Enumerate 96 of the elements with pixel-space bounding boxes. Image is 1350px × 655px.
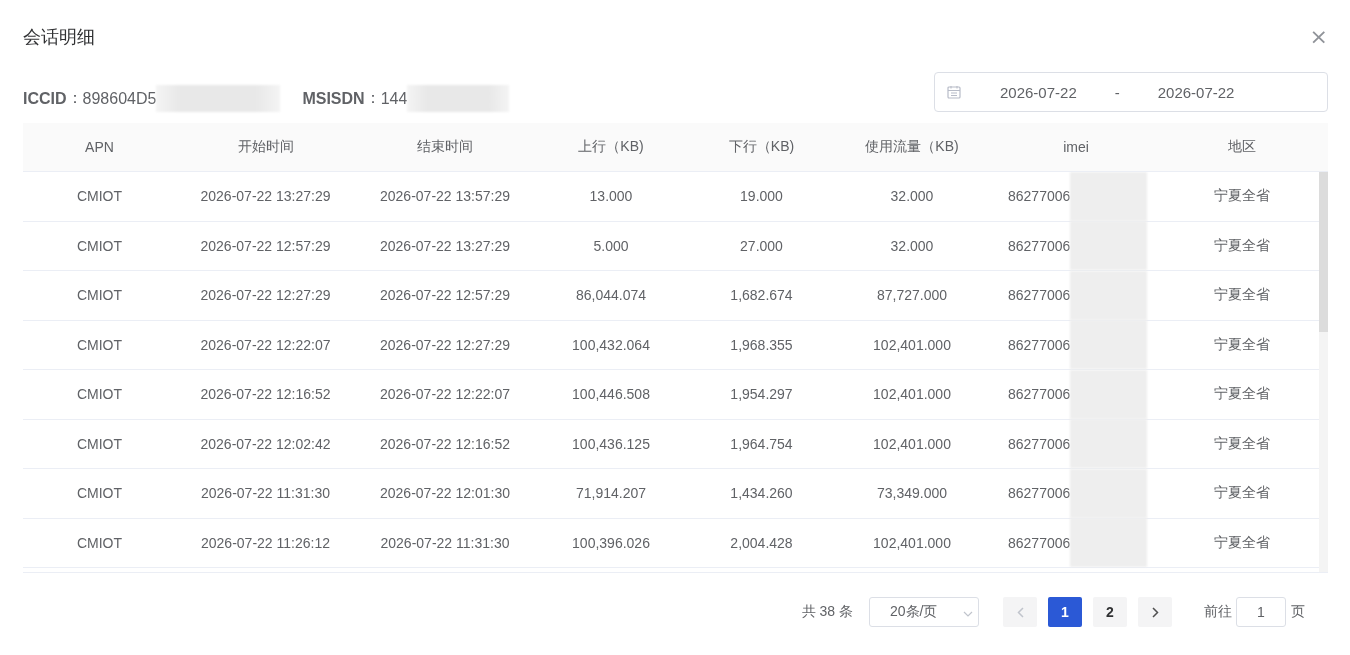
- table-cell: 27.000: [740, 237, 783, 254]
- column-header: 开始时间: [237, 138, 294, 156]
- table-cell: 32.000: [890, 237, 934, 254]
- table-cell: 宁夏全省: [1213, 484, 1270, 503]
- scrollbar-thumb[interactable]: [1319, 172, 1328, 332]
- page-number-input[interactable]: 1: [1236, 597, 1286, 627]
- table-cell: 87,727.000: [876, 287, 948, 304]
- column-header: imei: [1063, 139, 1089, 155]
- goto-label: 前往: [1204, 603, 1232, 621]
- table-cell: 1,682.674: [730, 287, 793, 304]
- table-cell: 宁夏全省: [1213, 286, 1270, 305]
- column-header: 使用流量（KB): [865, 138, 959, 156]
- chevron-left-icon: [1016, 606, 1024, 618]
- table-cell: CMIOT: [76, 188, 123, 205]
- table-cell: 1,964.754: [730, 435, 793, 452]
- table-cell: 2026-07-22 11:26:12: [201, 534, 330, 551]
- table-cell: 2026-07-22 11:31:30: [380, 534, 510, 551]
- total-count: 共 38 条: [801, 603, 853, 621]
- table-cell: 100,446.508: [572, 386, 650, 403]
- table-cell: CMIOT: [76, 534, 123, 551]
- table-cell: 86277006: [1008, 237, 1071, 254]
- table-cell: 1,954.297: [730, 386, 793, 403]
- table-cell: 86277006: [1008, 534, 1071, 551]
- colon-separator: ：: [364, 88, 381, 108]
- field-label: MSISDN: [302, 89, 365, 108]
- column-header: 地区: [1227, 138, 1256, 156]
- table-cell: 102,401.000: [873, 534, 951, 551]
- page-button[interactable]: 2: [1093, 597, 1127, 627]
- table-cell: 宁夏全省: [1213, 434, 1270, 453]
- page-suffix: 页: [1291, 603, 1305, 621]
- table-cell: 73,349.000: [876, 485, 948, 502]
- table-cell: 2026-07-22 12:16:52: [380, 435, 510, 452]
- table-cell: CMIOT: [76, 287, 123, 304]
- table-cell: 2026-07-22 12:27:29: [380, 336, 510, 353]
- table-cell: 86277006: [1008, 287, 1071, 304]
- table-cell: 宁夏全省: [1213, 236, 1270, 255]
- next-page-button[interactable]: [1138, 597, 1172, 627]
- start-date[interactable]: 2026-07-22: [1000, 83, 1077, 101]
- table-cell: 2026-07-22 12:57:29: [380, 287, 510, 304]
- table-cell: CMIOT: [76, 435, 123, 452]
- table-cell: 宁夏全省: [1213, 335, 1270, 354]
- dialog-title: 会话明细: [23, 26, 95, 49]
- range-separator: -: [1114, 83, 1120, 101]
- table-cell: 71,914.207: [575, 485, 647, 502]
- table-cell: 2026-07-22 11:31:30: [201, 485, 330, 502]
- column-header: 上行（KB): [578, 138, 644, 156]
- table-cell: 1,968.355: [730, 336, 793, 353]
- date-range-picker[interactable]: 2026-07-22 - 2026-07-22: [934, 72, 1328, 112]
- table-cell: 100,436.125: [572, 435, 650, 452]
- table-cell: 100,396.026: [572, 534, 650, 551]
- table-cell: 2026-07-22 12:02:42: [200, 435, 331, 452]
- table-cell: 86277006: [1008, 336, 1071, 353]
- table-cell: 86277006: [1008, 386, 1071, 403]
- table-cell: 5.000: [593, 237, 629, 254]
- field-label: ICCID: [23, 89, 67, 108]
- table-cell: 2026-07-22 12:57:29: [200, 237, 331, 254]
- page-size-select[interactable]: 20条/页: [869, 597, 979, 627]
- column-header: 结束时间: [417, 138, 473, 156]
- table-cell: 2026-07-22 13:57:29: [380, 188, 510, 205]
- table-cell: 86277006: [1008, 435, 1071, 452]
- table-cell: 32.000: [890, 188, 934, 205]
- table-cell: 19.000: [740, 188, 783, 205]
- table-cell: 86277006: [1008, 188, 1071, 205]
- table-cell: 2026-07-22 12:01:30: [380, 485, 510, 502]
- table-cell: 102,401.000: [873, 435, 951, 452]
- table-cell: 86277006: [1008, 485, 1071, 502]
- table-cell: 2026-07-22 13:27:29: [380, 237, 510, 254]
- table-cell: CMIOT: [76, 386, 123, 403]
- table-cell: 宁夏全省: [1213, 187, 1270, 206]
- field-value: 898604D5: [82, 89, 157, 108]
- chevron-right-icon: [1151, 606, 1159, 618]
- page-button[interactable]: 1: [1048, 597, 1082, 627]
- table-cell: 宁夏全省: [1213, 385, 1270, 404]
- table-cell: CMIOT: [76, 336, 123, 353]
- table-cell: 宁夏全省: [1213, 533, 1270, 552]
- field-value: 144: [380, 89, 408, 108]
- table-cell: 2026-07-22 12:22:07: [200, 336, 331, 353]
- colon-separator: ：: [66, 88, 83, 108]
- table-cell: CMIOT: [76, 485, 123, 502]
- column-header: 下行（KB): [728, 138, 795, 156]
- table-cell: 102,401.000: [873, 386, 951, 403]
- end-date[interactable]: 2026-07-22: [1157, 83, 1235, 101]
- table-cell: 2026-07-22 13:27:29: [200, 188, 331, 205]
- table-cell: CMIOT: [76, 237, 123, 254]
- chevron-down-icon: [963, 610, 973, 617]
- table-cell: 2026-07-22 12:22:07: [380, 386, 510, 403]
- table-cell: 102,401.000: [873, 336, 951, 353]
- table-cell: 2026-07-22 12:16:52: [200, 386, 331, 403]
- table-cell: 13.000: [589, 188, 633, 205]
- column-header: APN: [85, 139, 114, 155]
- table-cell: 2026-07-22 12:27:29: [200, 287, 331, 304]
- table-cell: 86,044.074: [575, 287, 647, 304]
- table-cell: 100,432.064: [572, 336, 650, 353]
- table-cell: 1,434.260: [730, 485, 793, 502]
- calendar-icon: [947, 85, 961, 99]
- table-cell: 2,004.428: [730, 534, 793, 551]
